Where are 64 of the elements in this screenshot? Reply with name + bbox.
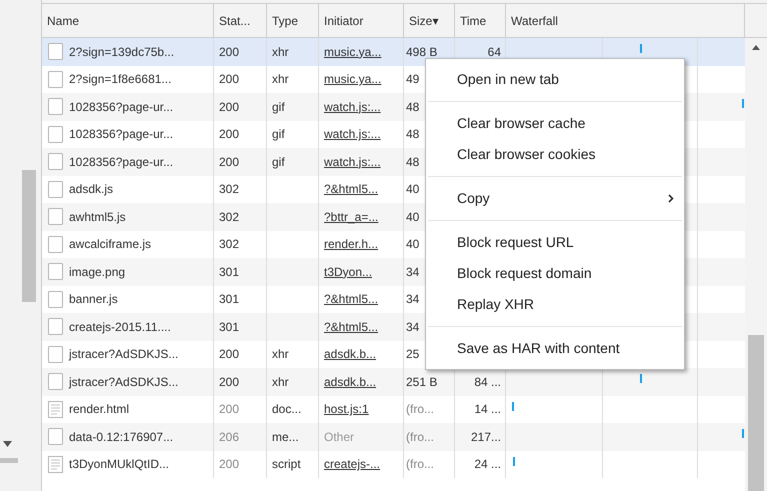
type-text: gif [272,126,285,144]
type-text: me... [272,428,299,446]
file-name: adsdk.js [69,181,114,198]
file-name: 1028356?page-ur... [69,154,174,171]
time-text: 14 ... [474,401,501,418]
file-name: 1028356?page-ur... [69,98,174,116]
status-code: 200 [219,44,240,61]
status-code: 301 [219,264,240,281]
file-name: 2?sign=1f8e6681... [69,71,172,88]
size-text: 498 B [406,44,438,61]
status-code: 301 [219,318,240,336]
size-text: 25 [406,346,420,364]
status-code: 200 [219,456,240,474]
file-name: 2?sign=139dc75b... [69,44,174,61]
file-name: createjs-2015.11.... [69,318,171,336]
status-code: 200 [219,401,240,418]
size-text: 34 [406,291,420,308]
status-code: 302 [219,236,240,254]
file-name: t3DyonMUklQtID... [69,456,170,474]
type-text: xhr [272,346,289,364]
file-name: awhtml5.js [69,208,126,226]
time-text: 217... [470,428,501,446]
status-code: 302 [219,208,240,226]
file-name: awcalciframe.js [69,236,152,254]
status-code: 200 [219,346,240,364]
file-name: jstracer?AdSDKJS... [69,374,178,391]
type-text: xhr [272,71,289,88]
status-code: 200 [219,98,240,116]
status-code: 301 [219,291,240,308]
status-code: 206 [219,428,240,446]
size-text: 251 B [406,374,438,391]
type-text: gif [272,154,285,171]
type-text: xhr [272,374,289,391]
status-code: 302 [219,181,240,198]
file-name: render.html [69,401,130,418]
size-text: (fro... [406,401,434,418]
file-name: data-0.12:176907... [69,428,174,446]
size-text: 34 [406,318,420,336]
size-text: 49 [406,71,420,88]
file-name: banner.js [69,291,118,308]
status-code: 200 [219,154,240,171]
size-text: (fro... [406,456,434,474]
file-name: image.png [69,264,126,281]
size-text: (fro... [406,428,434,446]
type-text: doc... [272,401,302,418]
time-text: 84 ... [474,374,501,391]
status-code: 200 [219,71,240,88]
initiator-text: Other [324,428,354,446]
size-text: 40 [406,236,420,254]
size-text: 48 [406,154,420,171]
size-text: 40 [406,208,420,226]
type-text: gif [272,98,285,116]
type-text: script [272,456,301,474]
status-code: 200 [219,374,240,391]
type-text: xhr [272,44,289,61]
file-name: 1028356?page-ur... [69,126,174,144]
size-text: 48 [406,126,420,144]
status-code: 200 [219,126,240,144]
size-text: 34 [406,264,420,281]
time-text: 24 ... [474,456,501,474]
size-text: 40 [406,181,420,198]
time-text: 64 [488,44,501,61]
file-name: jstracer?AdSDKJS... [69,346,178,364]
size-text: 48 [406,98,420,116]
